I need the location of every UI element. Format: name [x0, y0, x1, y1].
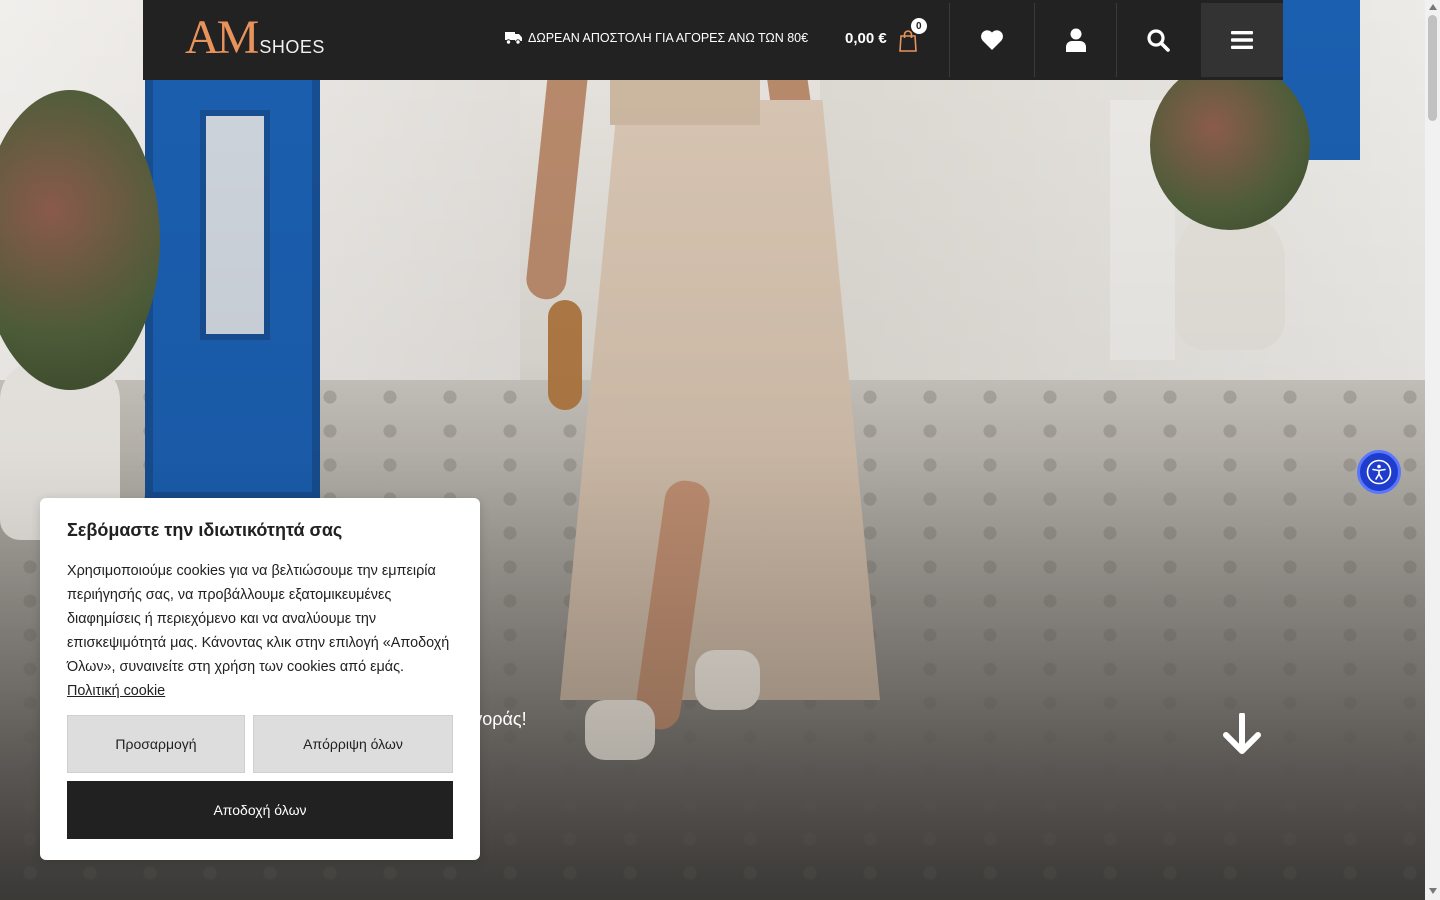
cart-count-badge: 0 — [910, 18, 927, 34]
menu-icon — [1231, 31, 1253, 49]
cart-button[interactable]: 0,00 € 0 — [845, 18, 927, 52]
truck-icon — [505, 32, 522, 45]
wishlist-button[interactable] — [949, 3, 1034, 77]
cookie-customize-button[interactable]: Προσαρμογή — [67, 715, 245, 773]
logo-am-text: AM — [185, 11, 259, 64]
account-button[interactable] — [1034, 3, 1116, 77]
cookie-button-row: Προσαρμογή Απόρριψη όλων — [67, 715, 453, 773]
site-logo[interactable]: AM SHOES — [185, 11, 325, 64]
accessibility-button[interactable] — [1357, 450, 1401, 494]
accessibility-icon — [1366, 459, 1392, 485]
scroll-up-icon[interactable] — [1429, 4, 1437, 10]
page-scrollbar[interactable] — [1425, 0, 1440, 900]
cookie-accept-all-button[interactable]: Αποδοχή όλων — [67, 781, 453, 839]
free-shipping-text: ΔΩΡΕΑΝ ΑΠΟΣΤΟΛΗ ΓΙΑ ΑΓΟΡΕΣ ΑΝΩ ΤΩΝ 80€ — [528, 31, 809, 45]
cookie-text: Χρησιμοποιούμε cookies για να βελτιώσουμ… — [67, 559, 453, 703]
search-button[interactable] — [1116, 3, 1200, 77]
arrow-down-icon[interactable] — [1222, 712, 1262, 755]
free-shipping-notice: ΔΩΡΕΑΝ ΑΠΟΣΤΟΛΗ ΓΙΑ ΑΓΟΡΕΣ ΑΝΩ ΤΩΝ 80€ — [505, 31, 808, 45]
menu-button[interactable] — [1201, 3, 1283, 77]
search-icon — [1147, 28, 1170, 52]
cookie-body: Χρησιμοποιούμε cookies για να βελτιώσουμ… — [67, 563, 450, 675]
user-icon — [1065, 28, 1086, 52]
cookie-title: Σεβόμαστε την ιδιωτικότητά σας — [67, 520, 343, 540]
scroll-thumb[interactable] — [1428, 15, 1437, 121]
site-header: AM SHOES ΔΩΡΕΑΝ ΑΠΟΣΤΟΛΗ ΓΙΑ ΑΓΟΡΕΣ ΑΝΩ … — [143, 0, 1283, 80]
heart-icon — [981, 30, 1003, 50]
cart-total: 0,00 € — [845, 29, 887, 47]
cookie-consent-dialog: Σεβόμαστε την ιδιωτικότητά σας Χρησιμοπο… — [40, 498, 480, 860]
cookie-reject-all-button[interactable]: Απόρριψη όλων — [253, 715, 453, 773]
logo-shoes-text: SHOES — [259, 37, 325, 57]
scroll-down-icon[interactable] — [1429, 888, 1437, 894]
shopping-bag-icon: 0 — [898, 18, 927, 52]
cookie-policy-link[interactable]: Πολιτική cookie — [67, 683, 165, 699]
